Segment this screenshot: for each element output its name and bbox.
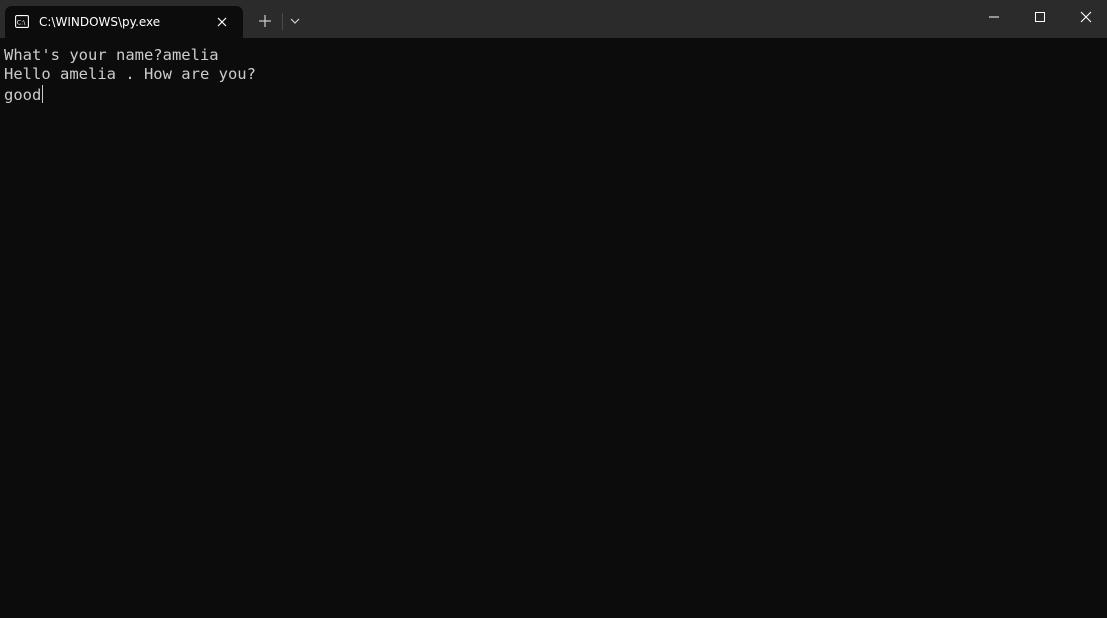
- terminal-line: Hello amelia . How are you?: [4, 65, 256, 84]
- tab-title: C:\WINDOWS\py.exe: [39, 15, 161, 29]
- plus-icon[interactable]: [255, 11, 275, 31]
- tab-separator: [282, 13, 283, 30]
- close-window-icon[interactable]: [1076, 6, 1096, 26]
- terminal-output[interactable]: What's your name?amelia Hello amelia . H…: [4, 46, 1099, 612]
- maximize-icon[interactable]: [1030, 6, 1050, 26]
- svg-text:C:\: C:\: [17, 20, 26, 27]
- terminal-line: What's your name?amelia: [4, 46, 219, 64]
- terminal-input-line[interactable]: good: [4, 84, 1099, 104]
- title-bar: C:\ C:\WINDOWS\py.exe: [0, 0, 1107, 38]
- console-icon: C:\: [15, 15, 29, 28]
- tab-py-exe[interactable]: C:\ C:\WINDOWS\py.exe: [5, 6, 243, 38]
- chevron-down-icon[interactable]: [287, 14, 303, 28]
- close-tab-icon[interactable]: [215, 15, 229, 29]
- minimize-icon[interactable]: [984, 6, 1004, 26]
- text-cursor: [42, 84, 44, 103]
